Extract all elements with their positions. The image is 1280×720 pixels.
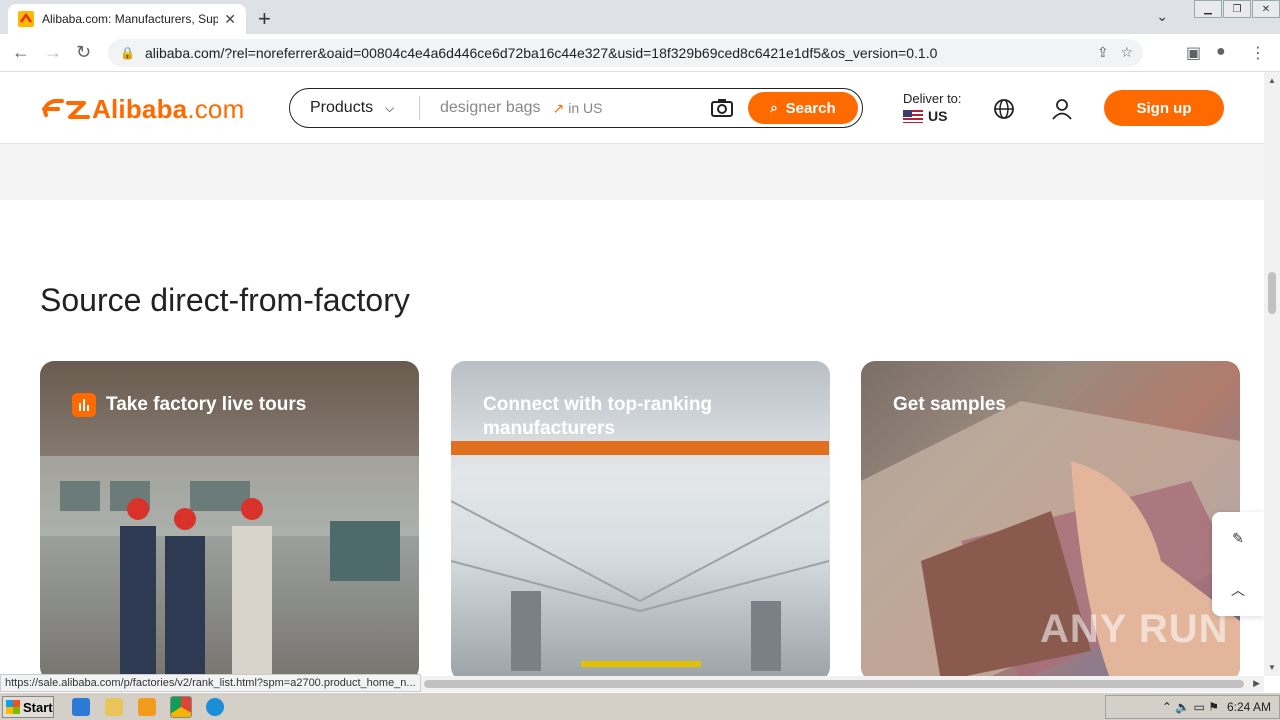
side-panel-icon[interactable]: ▣ <box>1186 43 1201 63</box>
scroll-down-icon[interactable]: ▼ <box>1268 663 1276 672</box>
chrome-icon[interactable] <box>170 696 192 718</box>
menu-kebab-icon[interactable]: ⋮ <box>1250 43 1266 63</box>
back-to-top-icon[interactable]: ︿ <box>1212 564 1264 616</box>
windows-logo-icon <box>6 700 20 714</box>
tab-search-chevron-icon[interactable]: ⌄ <box>1156 8 1168 25</box>
card-label-text: Connect with top-ranking manufacturers <box>483 394 713 439</box>
scroll-right-icon[interactable]: ▶ <box>1253 678 1260 689</box>
page-content: Alibaba.com Products ⌵ designer bags ↗ i… <box>0 72 1264 676</box>
scroll-up-icon[interactable]: ▲ <box>1268 76 1276 85</box>
card-label-text: Take factory live tours <box>106 394 307 415</box>
search-bar: Products ⌵ designer bags ↗ in US ⌕ Searc… <box>289 88 863 128</box>
search-trend-suffix: in US <box>568 100 603 116</box>
vertical-scroll-thumb[interactable] <box>1268 272 1276 314</box>
search-input[interactable]: designer bags ↗ in US <box>420 99 710 117</box>
trending-icon: ↗ <box>552 99 565 116</box>
reload-icon[interactable]: ↻ <box>76 42 91 63</box>
floating-toolbar: ✎ ︿ <box>1212 512 1264 616</box>
card-label-text: Get samples <box>893 394 1006 415</box>
back-icon[interactable]: ← <box>12 42 30 63</box>
explorer-icon[interactable] <box>105 698 123 716</box>
new-tab-icon[interactable]: + <box>258 6 271 32</box>
camera-search-icon[interactable] <box>710 98 734 118</box>
window-close-icon[interactable]: ✕ <box>1252 0 1280 18</box>
minimize-icon[interactable]: ▁ <box>1194 0 1222 18</box>
browser-tab-bar: Alibaba.com: Manufacturers, Suppliers...… <box>0 0 1280 34</box>
search-category-label: Products <box>310 99 374 116</box>
deliver-label: Deliver to: <box>903 91 962 106</box>
chevron-down-icon: ⌵ <box>385 100 395 115</box>
search-button[interactable]: ⌕ Search <box>748 92 858 124</box>
search-placeholder: designer bags <box>440 99 541 116</box>
search-icon: ⌕ <box>770 100 778 115</box>
card-label: Take factory live tours <box>72 393 399 417</box>
us-flag-icon <box>903 109 923 123</box>
alibaba-favicon-icon <box>18 11 34 27</box>
clock: 6:24 AM <box>1226 700 1271 714</box>
feedback-icon[interactable]: ✎ <box>1212 512 1264 564</box>
section-title: Source direct-from-factory <box>40 282 410 318</box>
ie-icon[interactable] <box>72 698 90 716</box>
card-top-manufacturers[interactable]: Connect with top-ranking manufacturers <box>451 361 830 676</box>
search-category-select[interactable]: Products ⌵ <box>290 96 420 120</box>
profile-icon[interactable]: ● <box>1216 43 1226 61</box>
edge-icon[interactable] <box>206 698 224 716</box>
vertical-scrollbar[interactable]: ▲ ▼ <box>1264 72 1280 676</box>
share-bookmark-icons[interactable]: ⇪ ☆ <box>1097 44 1133 61</box>
search-button-label: Search <box>785 99 836 117</box>
windows-taskbar: Start ⌃ 🔈 ▭ ⚑ 6:24 AM <box>0 692 1280 720</box>
anyrun-watermark: ANY RUN <box>1040 607 1229 651</box>
site-header: Alibaba.com Products ⌵ designer bags ↗ i… <box>0 72 1264 144</box>
card-live-tours[interactable]: Take factory live tours <box>40 361 419 676</box>
start-label: Start <box>23 699 53 715</box>
lock-icon: 🔒 <box>120 46 135 60</box>
signup-button[interactable]: Sign up <box>1104 90 1224 126</box>
system-tray: ⌃ 🔈 ▭ ⚑ 6:24 AM <box>1105 695 1280 719</box>
card-label: Connect with top-ranking manufacturers <box>483 393 810 441</box>
tray-icons[interactable]: ⌃ 🔈 ▭ ⚑ <box>1162 700 1219 714</box>
start-button[interactable]: Start <box>2 696 54 718</box>
alibaba-logo-icon <box>42 99 90 119</box>
card-label: Get samples <box>893 393 1220 417</box>
deliver-country: US <box>928 108 948 124</box>
deliver-to[interactable]: Deliver to: US <box>903 91 962 124</box>
status-link-url: https://sale.alibaba.com/p/factories/v2/… <box>0 674 421 692</box>
live-icon <box>72 393 96 417</box>
horizontal-scroll-thumb[interactable] <box>424 680 1244 688</box>
globe-icon[interactable] <box>993 98 1015 120</box>
logo-text: Alibaba <box>92 94 188 124</box>
user-icon[interactable] <box>1051 98 1073 120</box>
address-bar[interactable]: 🔒 alibaba.com/?rel=noreferrer&oaid=00804… <box>108 39 1143 67</box>
grey-band <box>0 144 1264 200</box>
alibaba-logo[interactable]: Alibaba.com <box>40 94 244 125</box>
media-player-icon[interactable] <box>138 698 156 716</box>
browser-toolbar: ← → ↻ 🔒 alibaba.com/?rel=noreferrer&oaid… <box>0 34 1280 72</box>
logo-suffix: .com <box>187 94 245 124</box>
tab-title: Alibaba.com: Manufacturers, Suppliers... <box>42 12 219 26</box>
tab-close-icon[interactable]: ✕ <box>224 11 236 28</box>
browser-tab[interactable]: Alibaba.com: Manufacturers, Suppliers...… <box>8 4 246 34</box>
window-controls: ▁ ❐ ✕ <box>1193 0 1280 18</box>
restore-icon[interactable]: ❐ <box>1223 0 1251 18</box>
address-url: alibaba.com/?rel=noreferrer&oaid=00804c4… <box>144 45 938 61</box>
forward-icon[interactable]: → <box>44 42 62 63</box>
